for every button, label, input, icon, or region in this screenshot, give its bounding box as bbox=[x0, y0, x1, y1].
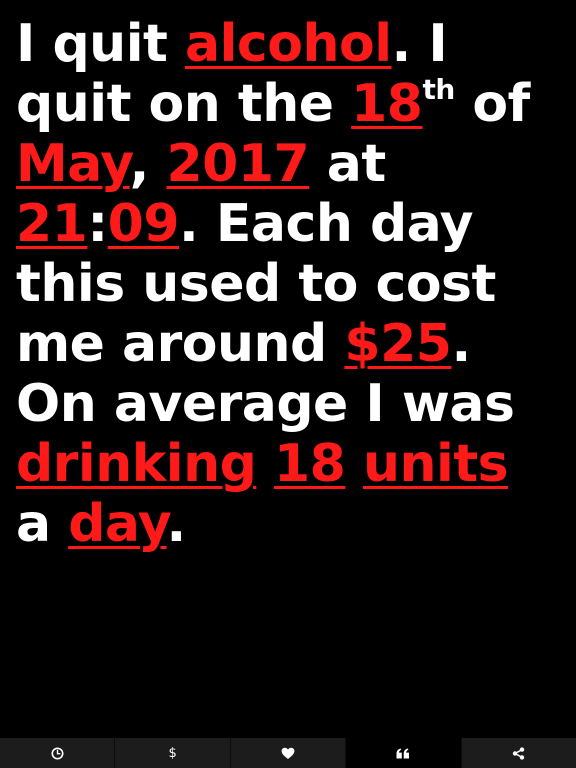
statement-text: On average I was bbox=[16, 374, 515, 434]
statement-line-8: drinking 18 units bbox=[16, 434, 568, 494]
statement-line-6: me around $25. bbox=[16, 314, 568, 374]
daily-cost-field[interactable]: $25 bbox=[344, 314, 452, 374]
statement-text: I quit bbox=[16, 14, 185, 74]
tab-timer[interactable] bbox=[0, 738, 116, 768]
statement-text: this used to cost bbox=[16, 254, 496, 314]
statement-text: quit on the bbox=[16, 74, 352, 134]
quit-statement: I quit alcohol. I quit on the 18th of Ma… bbox=[16, 14, 568, 554]
day-ordinal-suffix: th bbox=[422, 73, 456, 106]
statement-text bbox=[256, 434, 274, 494]
statement-text: a bbox=[16, 494, 69, 554]
statement-text: at bbox=[309, 134, 386, 194]
statement-text: . I bbox=[391, 14, 448, 74]
statement-line-9: a day. bbox=[16, 494, 568, 554]
clock-icon bbox=[51, 747, 64, 760]
statement-line-2: quit on the 18th of bbox=[16, 74, 568, 134]
statement-text: of bbox=[454, 74, 530, 134]
statement-text: , bbox=[129, 134, 167, 194]
tab-money[interactable]: $ bbox=[115, 738, 231, 768]
consumption-verb-field[interactable]: drinking bbox=[16, 434, 257, 494]
time-separator: : bbox=[87, 194, 108, 254]
consumption-unit-field[interactable]: units bbox=[363, 434, 509, 494]
statement-text bbox=[345, 434, 363, 494]
statement-line-7: On average I was bbox=[16, 374, 568, 434]
quit-hour-field[interactable]: 21 bbox=[16, 194, 88, 254]
tab-share[interactable] bbox=[461, 738, 576, 768]
heart-icon bbox=[281, 747, 295, 760]
quote-icon bbox=[396, 748, 410, 759]
statement-text: me around bbox=[16, 314, 345, 374]
statement-text: . Each day bbox=[179, 194, 474, 254]
statement-text: . bbox=[166, 494, 187, 554]
quit-minute-field[interactable]: 09 bbox=[108, 194, 180, 254]
tab-quote[interactable] bbox=[346, 738, 462, 768]
quit-month-field[interactable]: May bbox=[16, 134, 130, 194]
dollar-icon: $ bbox=[168, 745, 177, 761]
quit-year-field[interactable]: 2017 bbox=[166, 134, 309, 194]
statement-line-1: I quit alcohol. I bbox=[16, 14, 568, 74]
share-icon bbox=[512, 746, 525, 760]
statement-line-5: this used to cost bbox=[16, 254, 568, 314]
bottom-tab-bar: $ bbox=[0, 738, 576, 768]
substance-field[interactable]: alcohol bbox=[185, 14, 392, 74]
consumption-amount-field[interactable]: 18 bbox=[274, 434, 346, 494]
quit-day-field[interactable]: 18 bbox=[351, 74, 423, 134]
statement-line-4: 21:09. Each day bbox=[16, 194, 568, 254]
tab-health[interactable] bbox=[230, 738, 347, 768]
consumption-period-field[interactable]: day bbox=[68, 494, 167, 554]
statement-text: . bbox=[451, 314, 471, 374]
statement-line-3: May, 2017 at bbox=[16, 134, 568, 194]
